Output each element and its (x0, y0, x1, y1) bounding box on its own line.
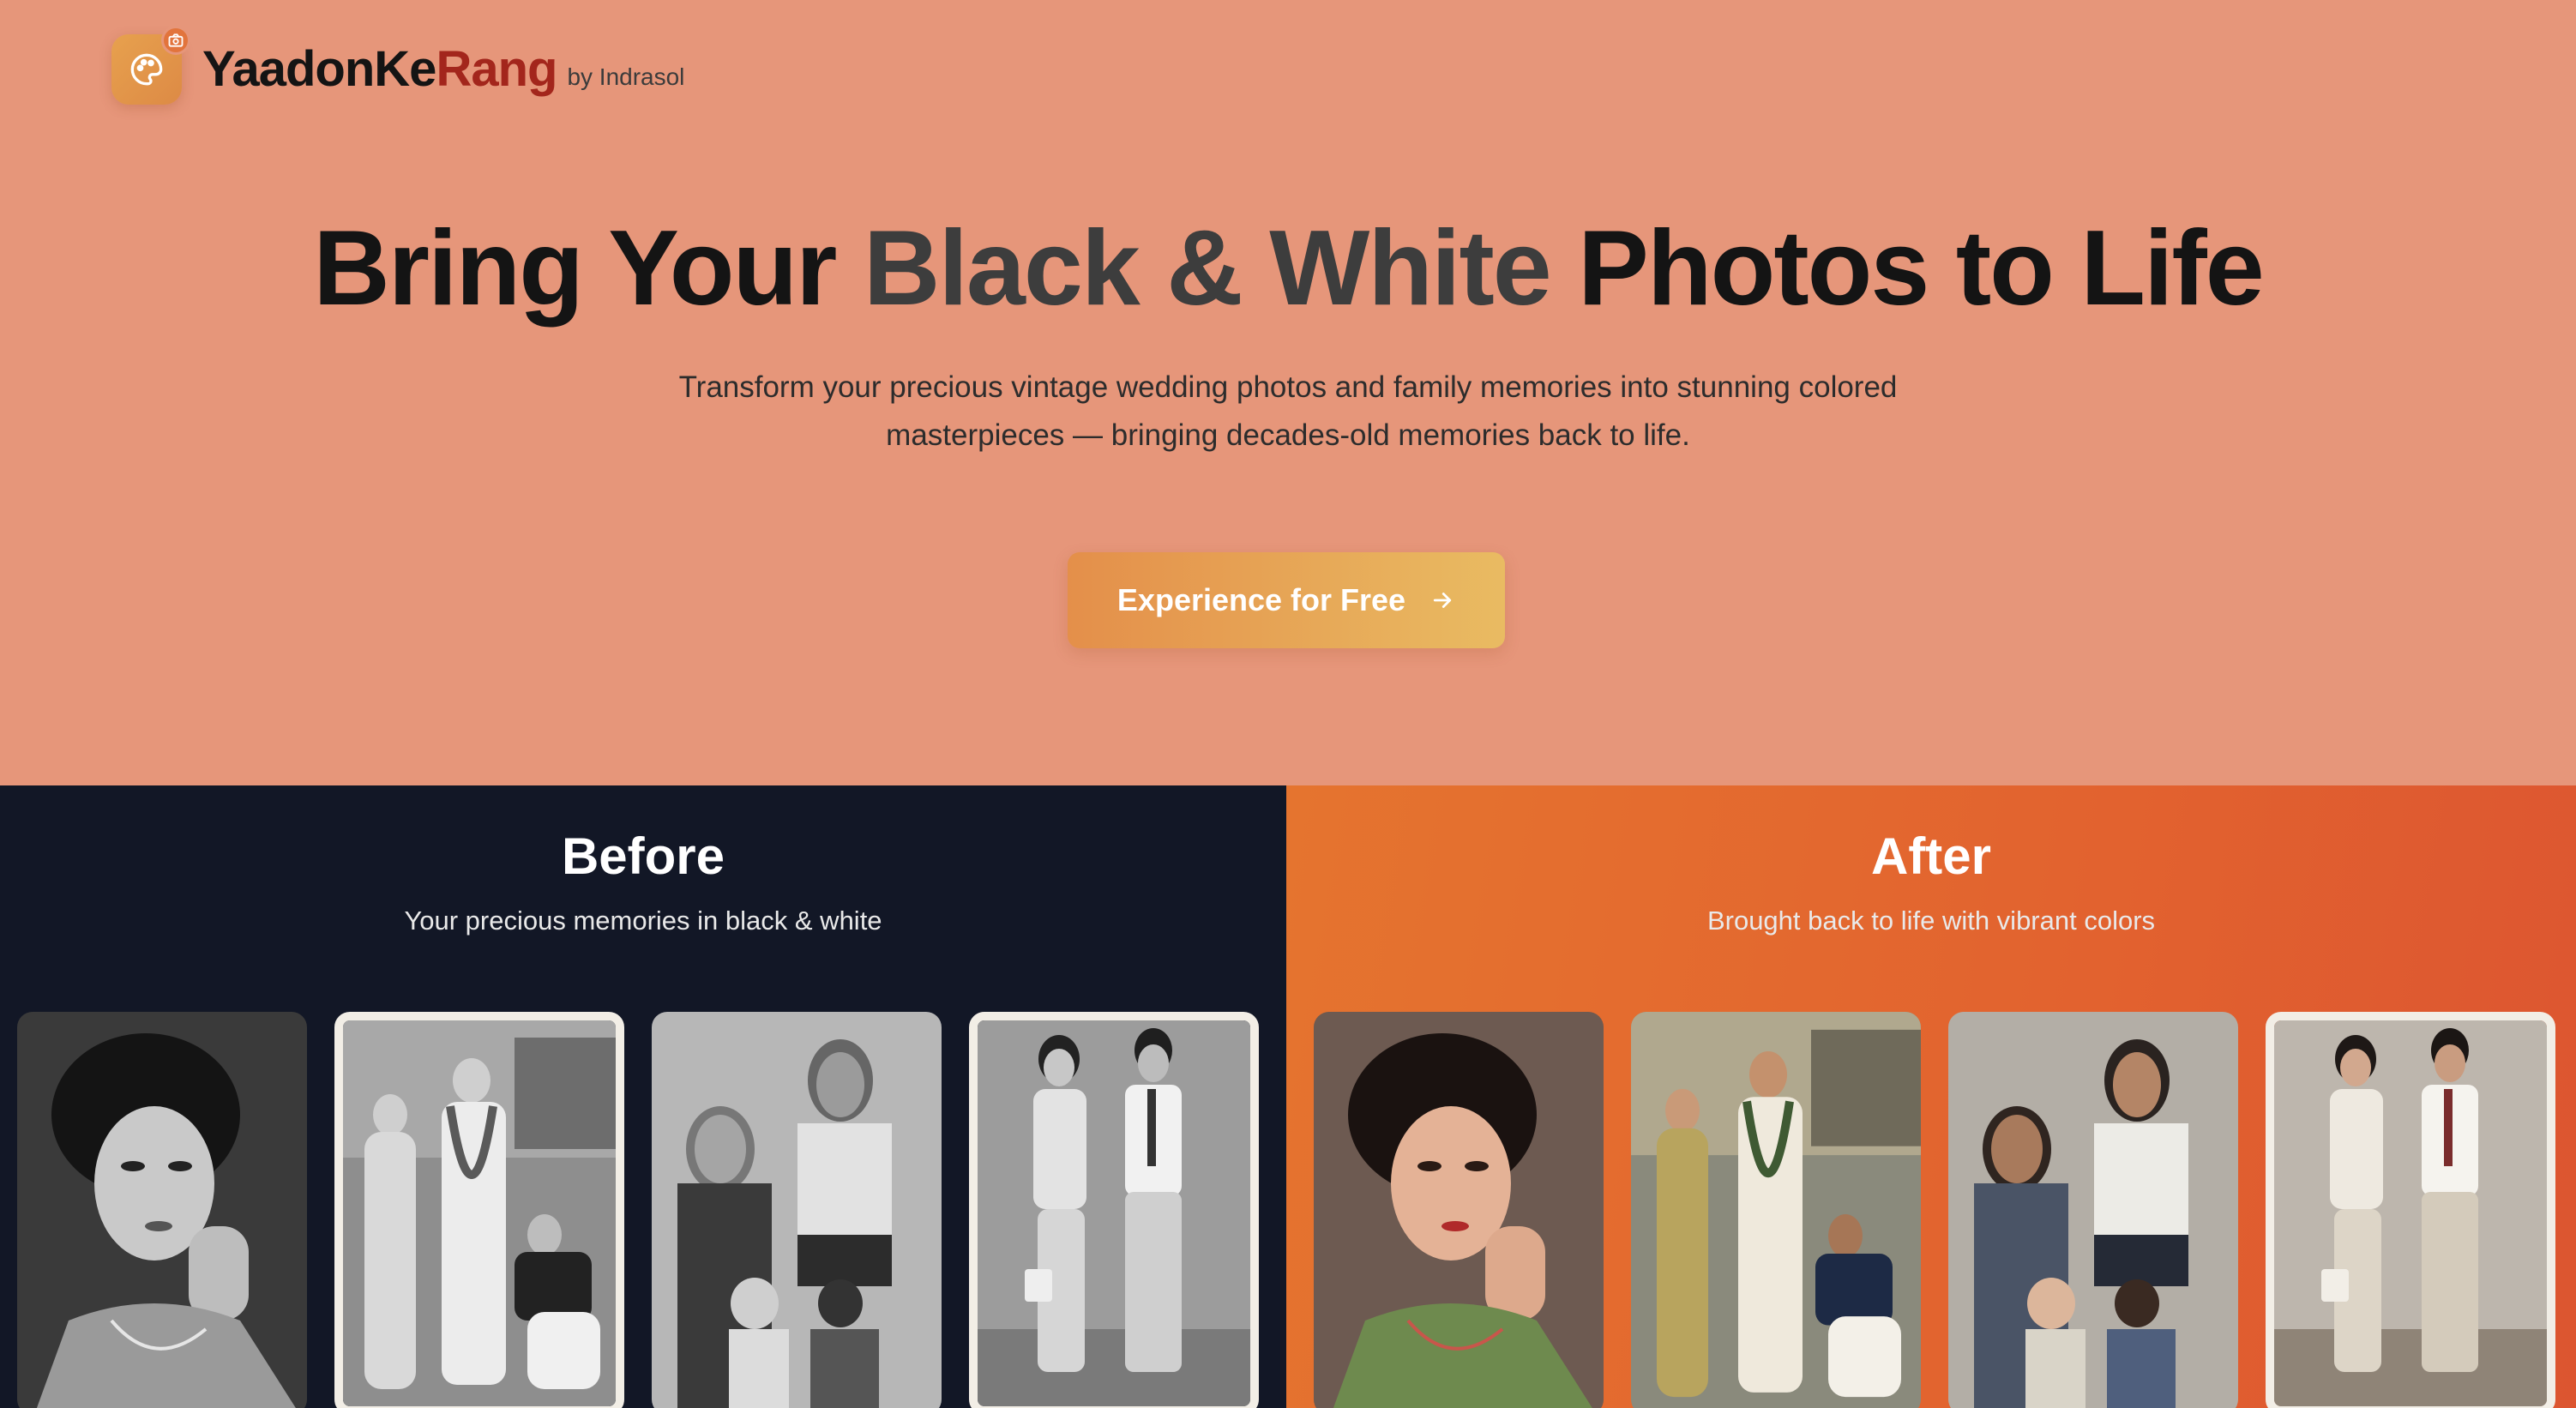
after-photo-wedding[interactable] (1631, 1012, 1921, 1408)
couple-standing-color-image (2274, 1020, 2547, 1406)
wedding-group-bw-image (343, 1020, 616, 1406)
headline-part2: Photos to Life (1550, 209, 2265, 328)
experience-free-button[interactable]: Experience for Free (1068, 552, 1505, 648)
after-title: After (1870, 827, 1991, 885)
after-photo-family[interactable] (1948, 1012, 2238, 1408)
hero-section: YaadonKeRang by Indrasol Bring Your Blac… (0, 0, 2576, 785)
before-photo-portrait[interactable] (17, 1012, 307, 1408)
family-mother-children-color-image (1948, 1012, 2238, 1408)
before-photo-wedding[interactable] (334, 1012, 624, 1408)
logo-badge (111, 26, 190, 105)
brand-name-part1: YaadonKe (202, 41, 436, 97)
palette-icon (130, 53, 163, 86)
camera-icon (168, 33, 184, 47)
cta-label: Experience for Free (1116, 582, 1406, 617)
hero-headline: Bring Your Black & White Photos to Life (0, 213, 2576, 324)
subtext-line1: Transform your precious vintage wedding … (678, 370, 1898, 404)
headline-part1: Bring Your (313, 209, 864, 328)
before-panel: Before Your precious memories in black &… (0, 785, 1286, 1408)
portrait-woman-bw-image (17, 1012, 307, 1408)
after-photo-portrait[interactable] (1314, 1012, 1604, 1408)
portrait-woman-color-image (1314, 1012, 1604, 1408)
brand-name-accent: Rang (436, 41, 557, 97)
family-mother-children-bw-image (652, 1012, 942, 1408)
before-title: Before (561, 827, 725, 885)
after-panel: After Brought back to life with vibrant … (1286, 785, 2576, 1408)
brand-name: YaadonKeRang (202, 45, 557, 94)
before-subtitle: Your precious memories in black & white (404, 906, 882, 936)
couple-standing-bw-image (978, 1020, 1250, 1406)
subtext-line2: masterpieces — bringing decades-old memo… (886, 418, 1690, 452)
before-photo-couple[interactable] (969, 1012, 1259, 1408)
after-photo-couple[interactable] (2266, 1012, 2555, 1408)
arrow-right-icon (1433, 593, 1452, 608)
headline-highlight: Black & White (863, 209, 1552, 328)
brand-logo[interactable]: YaadonKeRang by Indrasol (111, 26, 685, 105)
wedding-group-color-image (1631, 1012, 1921, 1408)
before-photo-family[interactable] (652, 1012, 942, 1408)
camera-badge (161, 26, 190, 55)
hero-subtext: Transform your precious vintage wedding … (0, 364, 2576, 460)
brand-byline: by Indrasol (567, 63, 685, 90)
after-subtitle: Brought back to life with vibrant colors (1706, 906, 2156, 936)
